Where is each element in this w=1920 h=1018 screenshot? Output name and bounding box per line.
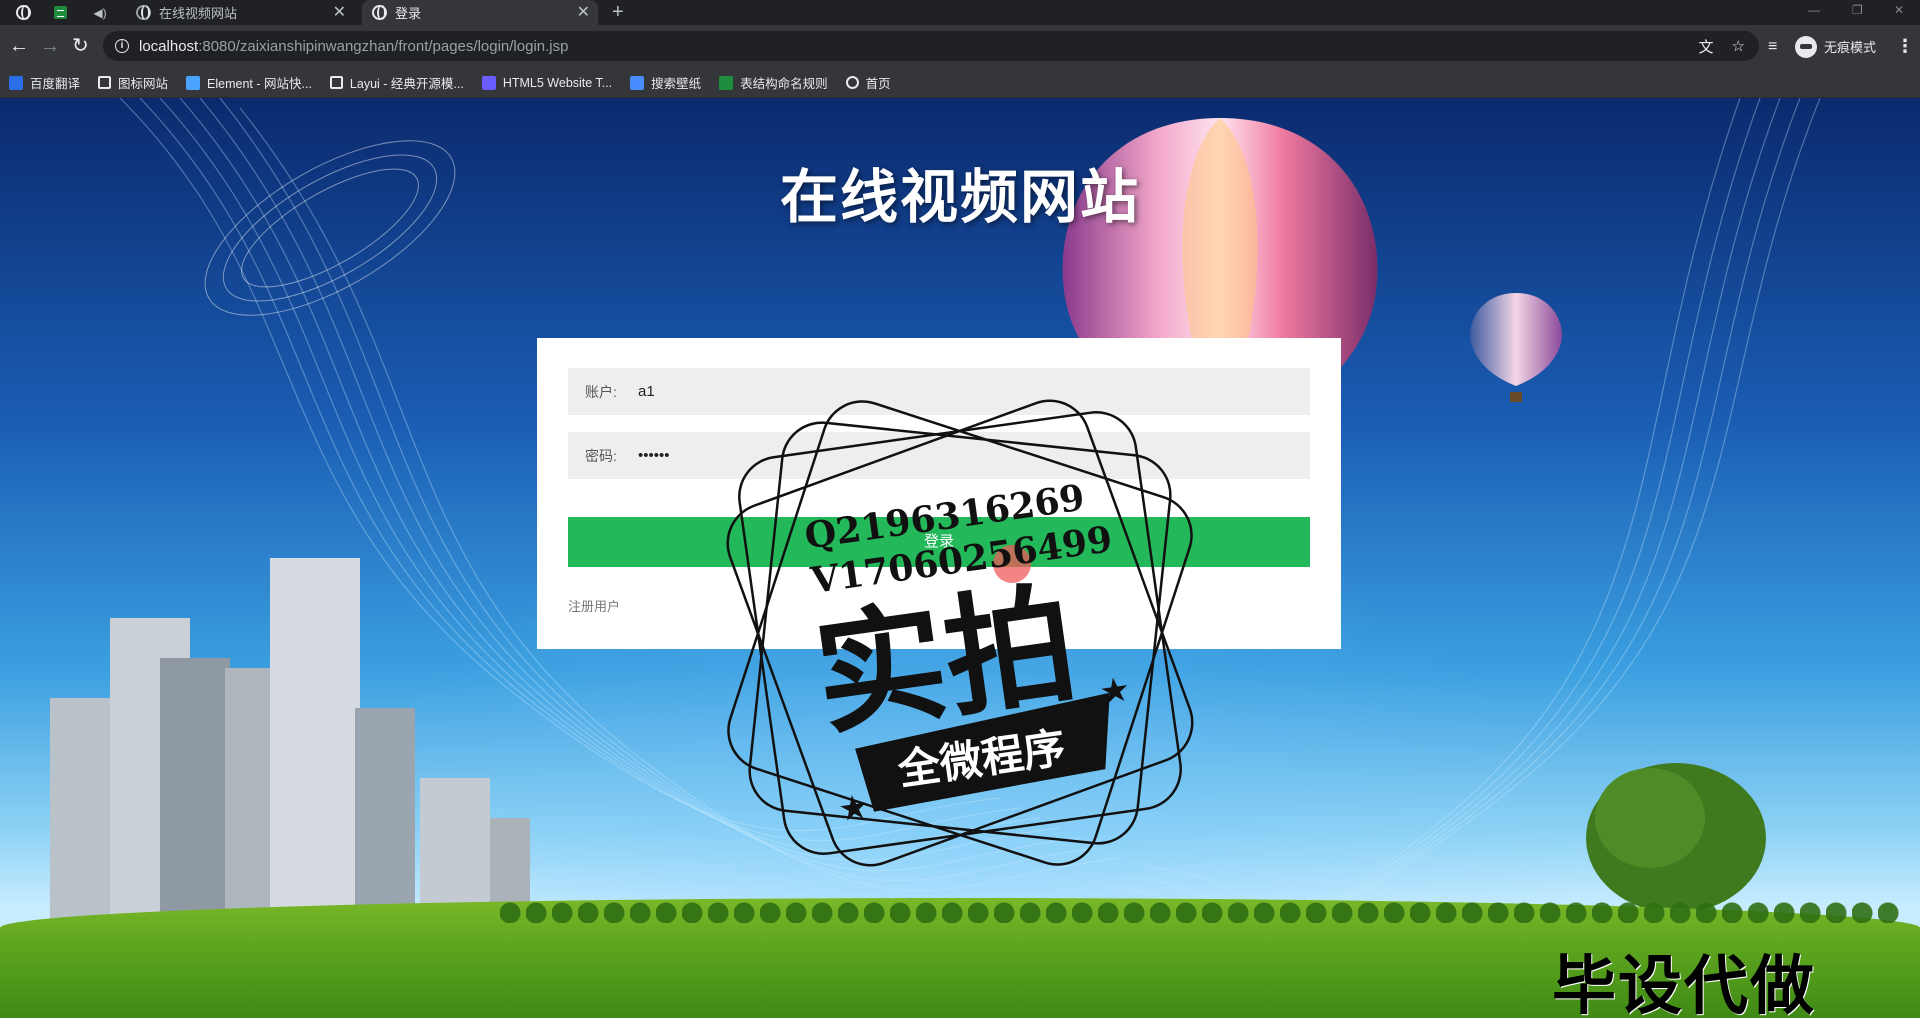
browser-toolbar: ← → ↻ i localhost:8080/zaixianshipinwang… (0, 25, 1920, 68)
star-icon: ★ (1097, 670, 1132, 712)
minimize-icon[interactable]: — (1808, 0, 1820, 25)
globe-icon (15, 5, 31, 20)
star-icon: ★ (836, 788, 871, 830)
back-icon[interactable]: ← (9, 25, 29, 68)
tab-title: 在线视频网站 (159, 6, 238, 21)
close-window-icon[interactable]: ✕ (1894, 0, 1904, 25)
forward-icon[interactable]: → (40, 25, 60, 68)
element-icon (186, 75, 201, 90)
bookmarks-bar: 百度翻译 图标网站 Element - 网站快... Layui - 经典开源模...… (0, 68, 1920, 98)
pinned-tab-1[interactable] (8, 0, 38, 25)
bookmark-label: 图标网站 (118, 77, 169, 91)
tab-strip: ◀) 在线视频网站 ✕ 登录 ✕ + — ❐ ✕ (0, 0, 1920, 25)
restore-icon[interactable]: ❐ (1852, 0, 1863, 25)
register-link[interactable]: 注册用户 (568, 596, 620, 615)
flag-icon (98, 76, 112, 89)
bookmark-label: 首页 (865, 77, 891, 91)
sheet-icon (53, 6, 67, 19)
speaker-icon: ◀) (93, 5, 107, 20)
reading-list-icon[interactable]: ≡ (1768, 25, 1777, 68)
bookmark-item[interactable]: Layui - 经典开源模... (329, 73, 464, 92)
account-label: 账户: (585, 383, 617, 400)
profile-label: 无痕模式 (1824, 40, 1877, 55)
bookmark-label: 搜索壁纸 (651, 77, 702, 91)
bookmark-item[interactable]: 百度翻译 (9, 73, 80, 92)
password-input[interactable]: •••••• (638, 447, 670, 464)
globe-icon (845, 76, 859, 89)
new-tab-button[interactable]: + (612, 0, 624, 25)
layui-icon (329, 76, 343, 89)
sheet-icon (719, 75, 734, 90)
wallpaper-icon (630, 75, 645, 90)
tree-line (500, 893, 1900, 923)
page-title: 在线视频网站 (779, 165, 1140, 230)
bookmark-item[interactable]: Element - 网站快... (186, 73, 312, 92)
globe-icon (372, 5, 387, 20)
password-label: 密码: (585, 447, 617, 464)
close-icon[interactable]: ✕ (333, 0, 346, 25)
html5-icon (481, 75, 496, 90)
translate-icon[interactable]: 文 (1699, 36, 1714, 57)
bookmark-label: Layui - 经典开源模... (349, 77, 464, 91)
tab-login[interactable]: 登录 ✕ (362, 0, 598, 25)
login-page: 在线视频网站 账户: a1 密码: •••••• 登录 注册用户 Q219631… (0, 98, 1920, 1018)
tab-title: 登录 (395, 6, 422, 21)
bookmark-item[interactable]: 搜索壁纸 (630, 73, 701, 92)
watermark-text: 毕设代做 (1552, 950, 1816, 1018)
bookmark-label: 表结构命名规则 (740, 77, 828, 91)
incognito-profile[interactable]: 无痕模式 (1795, 25, 1876, 68)
info-icon[interactable]: i (115, 39, 129, 53)
bookmark-item[interactable]: 首页 (845, 73, 891, 92)
bookmark-item[interactable]: 图标网站 (98, 73, 168, 92)
pinned-tab-2[interactable] (45, 0, 75, 25)
bookmark-item[interactable]: 表结构命名规则 (719, 73, 828, 92)
url-text: localhost:8080/zaixianshipinwangzhan/fro… (139, 37, 569, 55)
incognito-icon (1795, 35, 1817, 58)
bookmark-label: 百度翻译 (30, 77, 81, 91)
bookmark-item[interactable]: HTML5 Website T... (481, 75, 613, 90)
globe-icon (136, 5, 151, 20)
account-input[interactable]: a1 (638, 383, 655, 400)
pinned-tab-3[interactable]: ◀) (85, 0, 115, 25)
bookmark-label: Element - 网站快... (207, 77, 312, 91)
stamp-overlay: Q2196316269 V17060256499 实拍 全微程序 ★ ★ (726, 399, 1194, 867)
reload-icon[interactable]: ↻ (72, 25, 89, 68)
small-hot-air-balloon (1470, 293, 1562, 402)
close-icon[interactable]: ✕ (577, 0, 590, 25)
translate-icon (9, 75, 23, 90)
bookmark-label: HTML5 Website T... (502, 75, 613, 90)
menu-icon[interactable]: ⋮ (1896, 25, 1914, 68)
star-icon[interactable]: ☆ (1732, 37, 1745, 55)
tab-video-site[interactable]: 在线视频网站 ✕ (128, 0, 354, 25)
address-bar[interactable]: i localhost:8080/zaixianshipinwangzhan/f… (103, 31, 1759, 61)
